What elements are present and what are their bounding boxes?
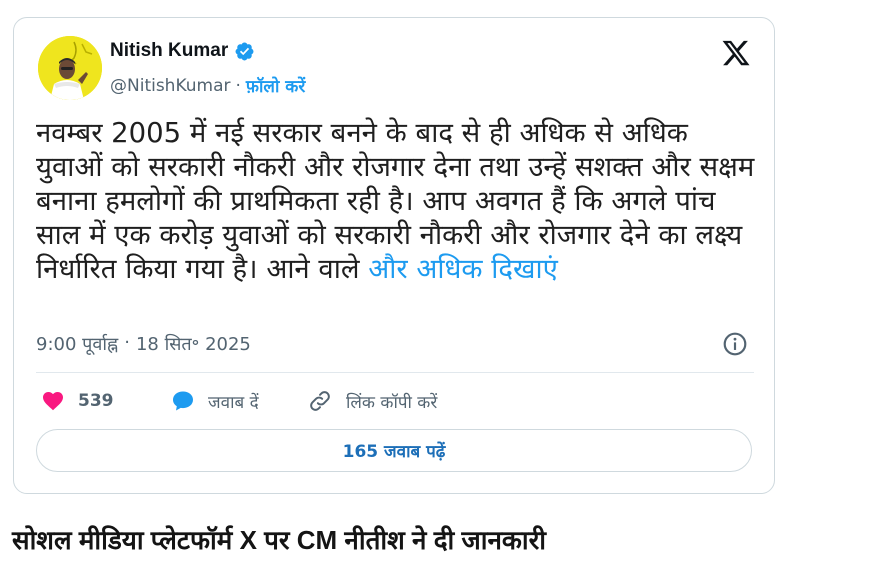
likes-count: 539 [78, 391, 114, 411]
author-handle[interactable]: @NitishKumar [110, 76, 231, 96]
verified-badge-icon [234, 41, 255, 62]
tweet-embed-card: Nitish Kumar @NitishKumar · फ़ॉलो करें न… [13, 17, 775, 494]
divider [36, 372, 754, 373]
tweet-text: नवम्बर 2005 में नई सरकार बनने के बाद से … [36, 116, 756, 286]
reply-label: जवाब दें [208, 392, 259, 413]
x-logo-icon[interactable] [720, 38, 752, 68]
tweet-actions: 539 जवाब दें लिंक कॉपी करें [40, 388, 437, 414]
handle-separator: · [235, 75, 241, 96]
copy-link-button[interactable]: लिंक कॉपी करें [306, 388, 437, 414]
link-icon [306, 388, 334, 414]
author-avatar[interactable] [38, 36, 102, 100]
tweet-date: 18 सित॰ 2025 [135, 334, 251, 355]
follow-button[interactable]: फ़ॉलो करें [246, 74, 305, 97]
info-icon[interactable] [722, 331, 748, 357]
author-name-row: Nitish Kumar [110, 40, 255, 62]
author-handle-row: @NitishKumar · फ़ॉलो करें [110, 74, 305, 98]
author-name[interactable]: Nitish Kumar [110, 40, 228, 62]
article-caption: सोशल मीडिया प्लेटफॉर्म X पर CM नीतीश ने … [12, 525, 546, 555]
reply-button[interactable]: जवाब दें [170, 389, 306, 413]
copy-link-label: लिंक कॉपी करें [346, 392, 438, 413]
like-button[interactable]: 539 [40, 389, 170, 413]
read-replies-button[interactable]: 165 जवाब पढ़ें [36, 429, 752, 472]
speech-bubble-icon [170, 389, 196, 413]
timestamp-separator: · [124, 332, 130, 353]
tweet-timestamp[interactable]: 9:00 पूर्वाह्न · 18 सित॰ 2025 [36, 332, 251, 356]
show-more-link[interactable]: और अधिक दिखाएं [368, 253, 558, 285]
tweet-time: 9:00 पूर्वाह्न [36, 334, 119, 355]
avatar-portrait-image [38, 36, 102, 100]
heart-icon [40, 389, 66, 413]
